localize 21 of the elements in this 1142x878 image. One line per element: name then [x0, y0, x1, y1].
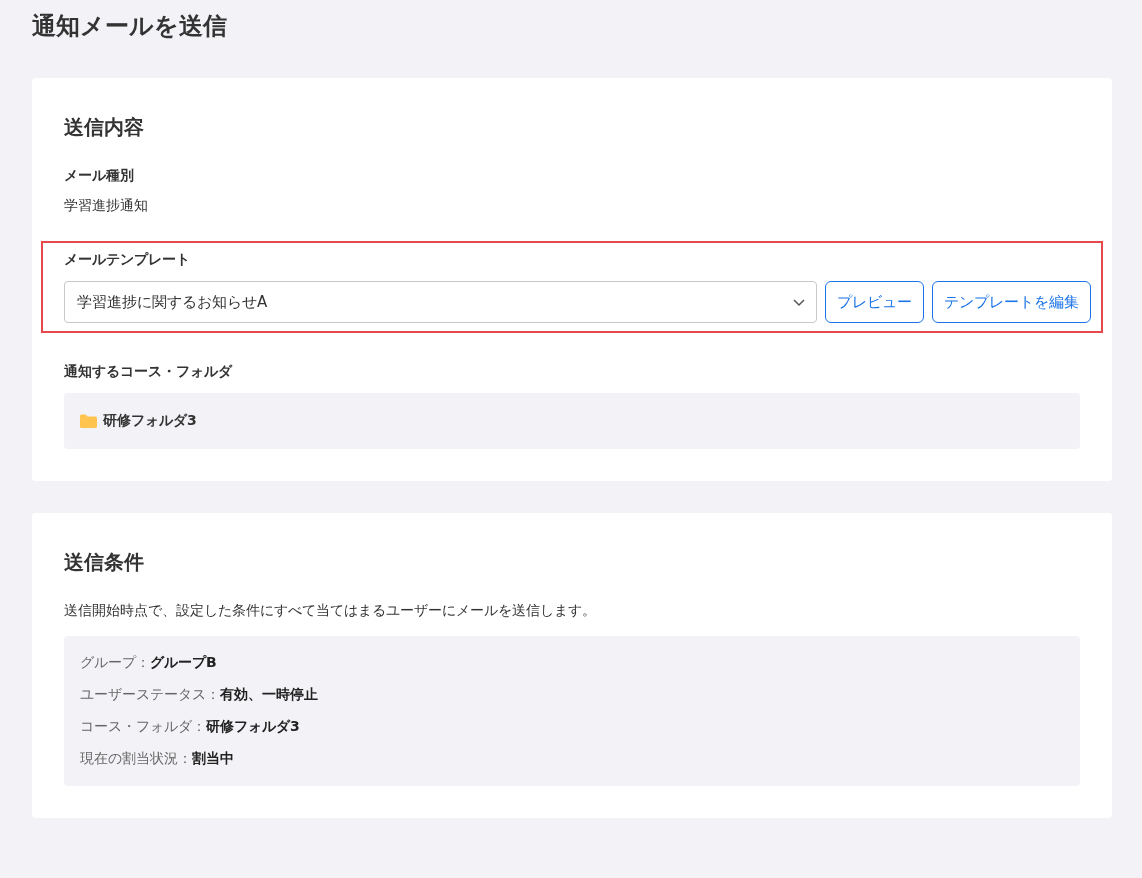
description-text: 送信開始時点で、設定した条件にすべて当てはまるユーザーにメールを送信します。	[64, 602, 597, 620]
section-title: 送信内容	[64, 114, 145, 141]
edit-template-button[interactable]: テンプレートを編集	[932, 281, 1091, 323]
section-title: 送信条件	[64, 549, 145, 576]
condition-label: コース・フォルダ：	[80, 717, 206, 736]
condition-label: 現在の割当状況：	[80, 749, 192, 768]
field-label: 通知するコース・フォルダ	[64, 363, 234, 381]
preview-button[interactable]: プレビュー	[825, 281, 924, 323]
folder-icon	[80, 414, 97, 428]
field-label: メール種別	[64, 167, 135, 185]
folder-name: 研修フォルダ3	[103, 412, 197, 430]
condition-value: 割当中	[192, 749, 234, 768]
condition-value: グループB	[150, 653, 217, 672]
condition-value: 研修フォルダ3	[206, 717, 300, 736]
field-label: メールテンプレート	[64, 251, 191, 269]
template-select[interactable]: 学習進捗に関するお知らせA	[64, 281, 817, 323]
page-title: 通知メールを送信	[32, 11, 228, 42]
field-value: 学習進捗通知	[64, 197, 149, 215]
condition-label: グループ：	[80, 653, 150, 672]
condition-value: 有効、一時停止	[220, 685, 318, 704]
condition-label: ユーザーステータス：	[80, 685, 220, 704]
